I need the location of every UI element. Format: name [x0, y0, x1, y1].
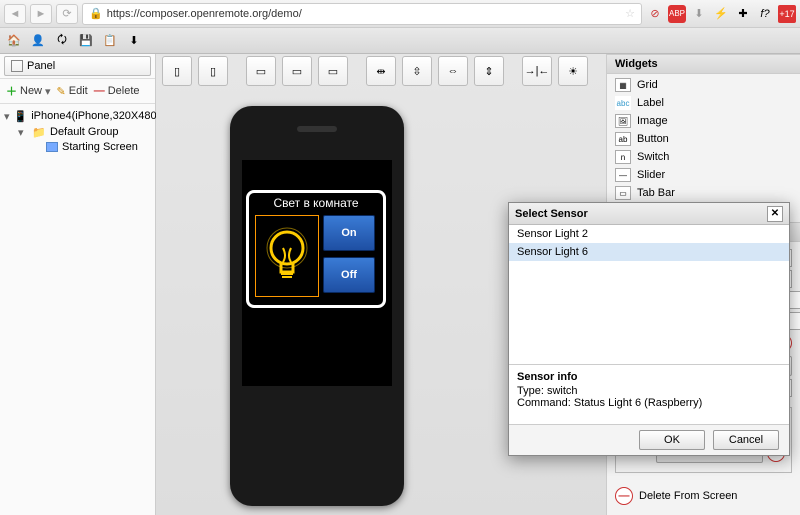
- phone-frame: Свет в комнате: [230, 106, 404, 506]
- tree-device[interactable]: ▾📱iPhone4(iPhone,320X480): [4, 108, 151, 124]
- url-text: https://composer.openremote.org/demo/: [107, 8, 621, 20]
- delete-from-screen-icon[interactable]: —: [615, 487, 633, 505]
- panel-label: Panel: [27, 60, 55, 72]
- off-button[interactable]: Off: [323, 257, 375, 293]
- browser-bar: ◄ ► ⟳ 🔒 https://composer.openremote.org/…: [0, 0, 800, 28]
- label-icon: abc: [615, 96, 631, 110]
- widget-slider[interactable]: —Slider: [607, 166, 800, 184]
- ext-icon-1[interactable]: ⊘: [646, 5, 664, 23]
- screen-icon: [46, 142, 58, 152]
- widget-switch[interactable]: nSwitch: [607, 148, 800, 166]
- align-bottom-icon[interactable]: ▭: [318, 56, 348, 86]
- spread-v-icon[interactable]: ⇕: [474, 56, 504, 86]
- on-button[interactable]: On: [323, 215, 375, 251]
- widget-palette: ▦Grid abcLabel 🖼Image abButton nSwitch —…: [607, 74, 800, 222]
- edit-button[interactable]: ✎Edit: [57, 85, 88, 98]
- align-left-icon[interactable]: ▯: [162, 56, 192, 86]
- tree-screen[interactable]: Starting Screen: [4, 140, 151, 154]
- switch-icon: n: [615, 150, 631, 164]
- extension-icons: ⊘ ABP ⬇ ⚡ ✚ f? +17: [646, 5, 796, 23]
- collapse-v-icon[interactable]: ☀: [558, 56, 588, 86]
- sync-icon[interactable]: 🗘: [52, 31, 72, 51]
- grid-icon: ▦: [615, 78, 631, 92]
- widget-label[interactable]: abcLabel: [607, 94, 800, 112]
- minus-icon: —: [94, 85, 105, 97]
- info-command: Command: Status Light 6 (Raspberry): [517, 397, 781, 409]
- widgets-header: Widgets: [607, 54, 800, 74]
- dist-v-icon[interactable]: ⇳: [402, 56, 432, 86]
- ext-icon-2[interactable]: ABP: [668, 5, 686, 23]
- widget-image[interactable]: 🖼Image: [607, 112, 800, 130]
- phone-icon: 📱: [14, 109, 28, 123]
- reload-button[interactable]: ⟳: [56, 4, 78, 24]
- info-type: Type: switch: [517, 385, 781, 397]
- align-right-icon[interactable]: ▯: [198, 56, 228, 86]
- list-item[interactable]: Sensor Light 2: [509, 225, 789, 243]
- plus-icon: ＋: [6, 83, 17, 99]
- dialog-title: Select Sensor: [515, 208, 588, 220]
- tree-group[interactable]: ▾📁Default Group: [4, 124, 151, 140]
- select-sensor-dialog: Select Sensor ✕ Sensor Light 2 Sensor Li…: [508, 202, 790, 456]
- lightbulb-icon: [265, 226, 309, 286]
- folder-icon: 📁: [32, 125, 46, 139]
- collapse-h-icon[interactable]: →|←: [522, 56, 552, 86]
- ext-icon-3[interactable]: ⬇: [690, 5, 708, 23]
- star-icon[interactable]: ☆: [625, 7, 635, 20]
- align-toolbar: ▯ ▯ ▭ ▭ ▭ ⇹ ⇳ ⇔ ⇕ →|← ☀: [162, 56, 588, 86]
- tabbar-icon: ▭: [615, 186, 631, 200]
- list-item[interactable]: Sensor Light 6: [509, 243, 789, 261]
- phone-screen[interactable]: Свет в комнате: [242, 160, 392, 386]
- align-vcenter-icon[interactable]: ▭: [282, 56, 312, 86]
- widget-grid[interactable]: ▦Grid: [607, 76, 800, 94]
- user-icon[interactable]: 👤: [28, 31, 48, 51]
- download-icon[interactable]: ⬇: [124, 31, 144, 51]
- dist-h-icon[interactable]: ⇹: [366, 56, 396, 86]
- canvas-area: ▯ ▯ ▭ ▭ ▭ ⇹ ⇳ ⇔ ⇕ →|← ☀ Свет в комнате: [156, 54, 606, 515]
- cancel-button[interactable]: Cancel: [713, 430, 779, 450]
- new-button[interactable]: ＋New▾: [6, 83, 51, 99]
- panel-icon: [11, 60, 23, 72]
- phone-speaker: [297, 126, 337, 132]
- close-icon[interactable]: ✕: [767, 206, 783, 222]
- image-icon: 🖼: [615, 114, 631, 128]
- align-top-icon[interactable]: ▭: [246, 56, 276, 86]
- widget-title: Свет в комнате: [249, 193, 383, 213]
- save-icon[interactable]: 💾: [76, 31, 96, 51]
- button-icon: ab: [615, 132, 631, 146]
- ext-icon-4[interactable]: ⚡: [712, 5, 730, 23]
- widget-panel[interactable]: Свет в комнате: [246, 190, 386, 308]
- ext-icon-6[interactable]: f?: [756, 5, 774, 23]
- info-title: Sensor info: [517, 371, 781, 383]
- notification-badge[interactable]: +17: [778, 5, 796, 23]
- slider-icon: —: [615, 168, 631, 182]
- widget-button[interactable]: abButton: [607, 130, 800, 148]
- left-panel: Panel ＋New▾ ✎Edit —Delete ▾📱iPhone4(iPho…: [0, 54, 156, 515]
- home-icon[interactable]: 🏠: [4, 31, 24, 51]
- sensor-info: Sensor info Type: switch Command: Status…: [509, 365, 789, 425]
- spread-h-icon[interactable]: ⇔: [438, 56, 468, 86]
- app-toolbar: 🏠 👤 🗘 💾 📋 ⬇: [0, 28, 800, 54]
- sensor-list: Sensor Light 2 Sensor Light 6: [509, 225, 789, 365]
- pencil-icon: ✎: [57, 85, 66, 98]
- dialog-header[interactable]: Select Sensor ✕: [509, 203, 789, 225]
- forward-button[interactable]: ►: [30, 4, 52, 24]
- panel-selector[interactable]: Panel: [4, 56, 151, 76]
- ok-button[interactable]: OK: [639, 430, 705, 450]
- url-bar[interactable]: 🔒 https://composer.openremote.org/demo/ …: [82, 3, 642, 25]
- widget-tabbar[interactable]: ▭Tab Bar: [607, 184, 800, 202]
- back-button[interactable]: ◄: [4, 4, 26, 24]
- lock-icon: 🔒: [89, 7, 103, 20]
- delete-button[interactable]: —Delete: [94, 85, 140, 97]
- delete-from-screen-button[interactable]: Delete From Screen: [639, 490, 737, 502]
- export-icon[interactable]: 📋: [100, 31, 120, 51]
- ext-icon-5[interactable]: ✚: [734, 5, 752, 23]
- panel-tree: ▾📱iPhone4(iPhone,320X480) ▾📁Default Grou…: [0, 104, 155, 158]
- bulb-image[interactable]: [255, 215, 319, 297]
